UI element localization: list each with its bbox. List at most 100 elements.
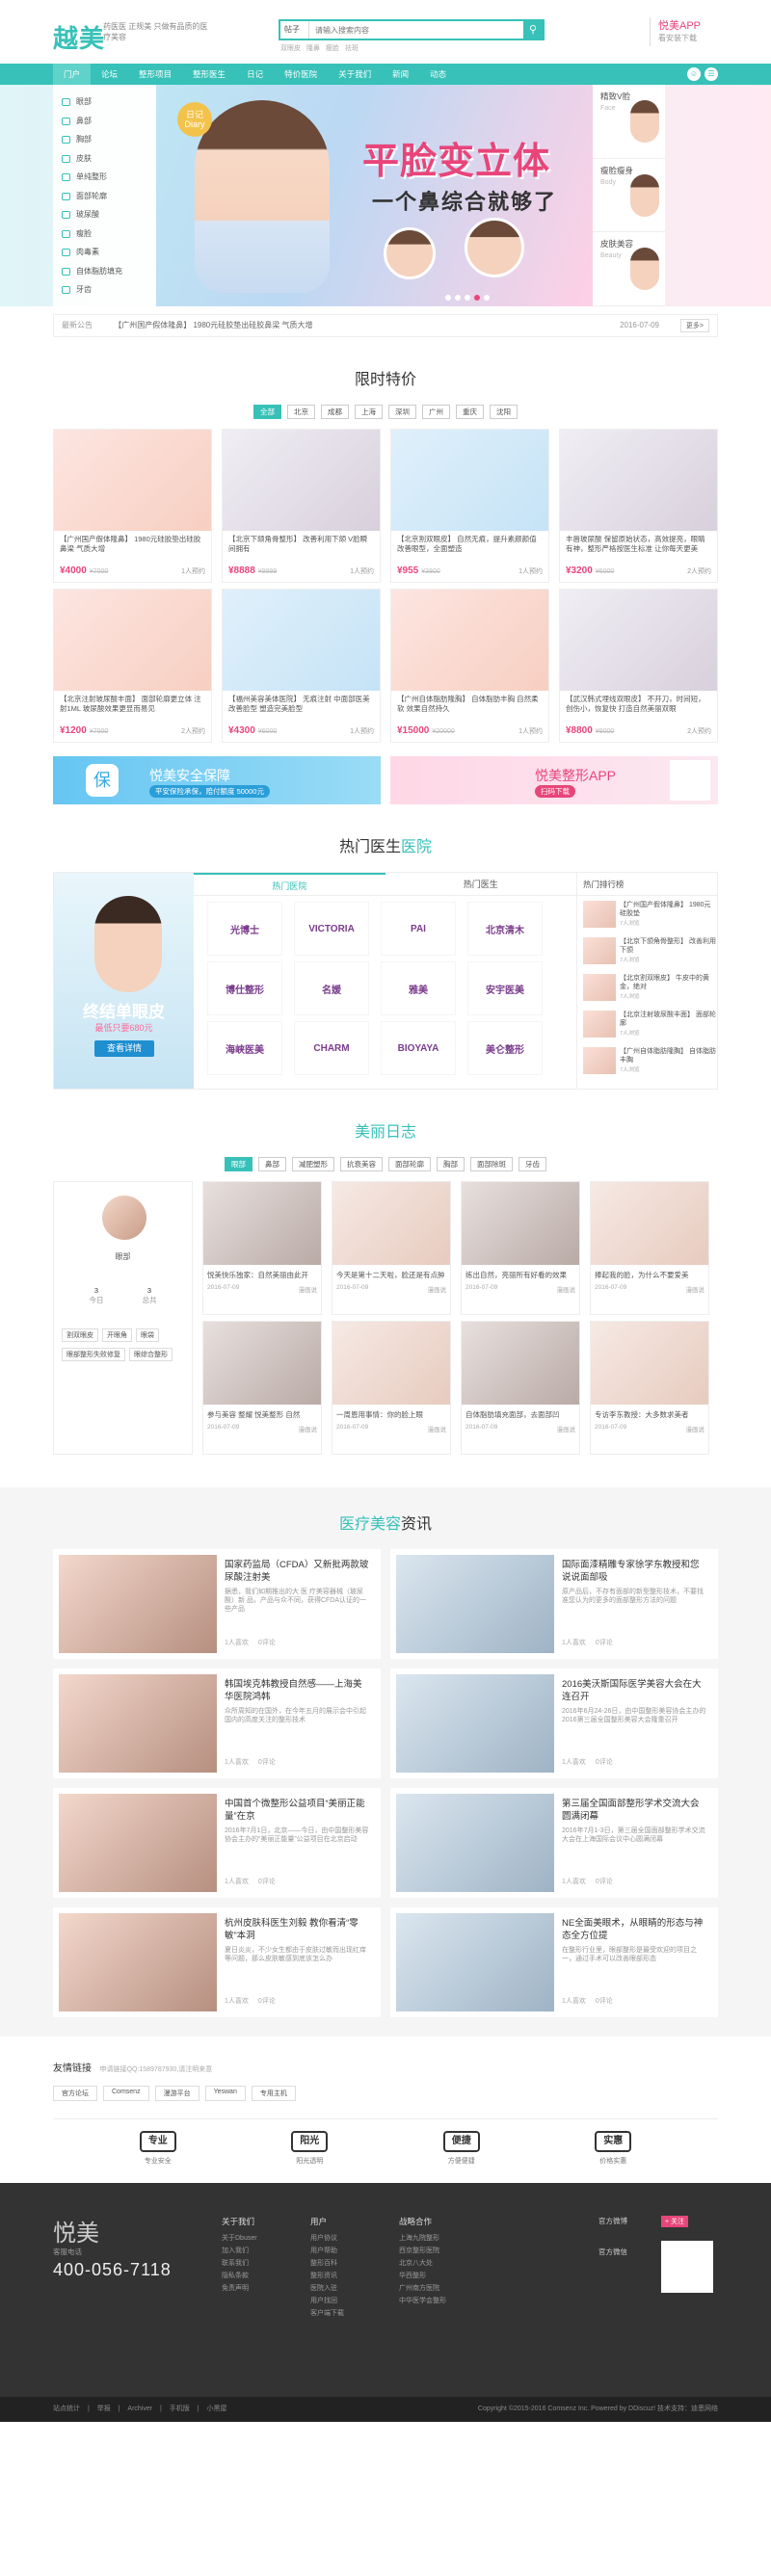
ranking-item[interactable]: 【广州国产假体隆鼻】 1980元硅胶垫 7人浏览	[577, 896, 717, 933]
footer-link[interactable]: 用户帮助	[310, 2245, 344, 2257]
hospital-ad[interactable]: 终结单眼皮 最低只要680元 查看详情	[54, 873, 194, 1089]
nav-item[interactable]: 关于我们	[328, 64, 382, 85]
carousel-dot[interactable]	[474, 295, 480, 301]
sidebar-item[interactable]: 肉毒素	[53, 243, 156, 262]
sidebar-item[interactable]: 面部轮廓	[53, 187, 156, 206]
tag-chip[interactable]: 眼袋	[136, 1328, 159, 1342]
filter-tab[interactable]: 胸部	[437, 1157, 465, 1171]
friend-link[interactable]: Comsenz	[103, 2086, 149, 2101]
hospital-logo[interactable]: CHARM	[294, 1021, 369, 1075]
nav-item[interactable]: 日记	[236, 64, 274, 85]
site-logo[interactable]: 越美	[53, 19, 105, 55]
filter-tab[interactable]: 全部	[253, 405, 281, 419]
filter-tab[interactable]: 广州	[422, 405, 450, 419]
sidebar-item[interactable]: 玻尿酸	[53, 205, 156, 224]
hospital-logo[interactable]: PAI	[381, 902, 456, 956]
offer-card[interactable]: 【福州美容美体医院】 无痕注射 中面部医美 改善脸型 塑造完美脸型 ¥4300 ¥6…	[222, 589, 381, 743]
footer-link[interactable]: 医院入驻	[310, 2282, 344, 2295]
safety-promo-banner[interactable]: 保 悦美安全保障 平安保险承保，赔付额度 50000元	[53, 756, 381, 804]
footer-link[interactable]: 关于Dbuser	[222, 2232, 257, 2245]
tag-chip[interactable]: 眼部整形失败修复	[62, 1348, 125, 1361]
app-download[interactable]: 悦美APP 看安装下载	[650, 17, 718, 46]
filter-tab[interactable]: 眼部	[225, 1157, 253, 1171]
footer-link[interactable]: 用户找回	[310, 2295, 344, 2307]
feature-item[interactable]: 皮肤美容 Beauty	[593, 232, 665, 306]
user-icon[interactable]: ☺	[687, 67, 701, 81]
footer-link[interactable]: 用户协议	[310, 2232, 344, 2245]
nav-item[interactable]: 动态	[419, 64, 457, 85]
sidebar-item[interactable]: 胸部	[53, 130, 156, 149]
friend-link[interactable]: 专用主机	[251, 2086, 296, 2101]
hospital-logo[interactable]: 安宇医美	[467, 961, 543, 1015]
ticker-text[interactable]: 【广州国产假体隆鼻】 1980元硅胶垫出硅胶鼻梁 气质大增	[114, 321, 312, 329]
search-input[interactable]	[311, 21, 510, 39]
search-button[interactable]: ⚲	[523, 21, 543, 39]
offer-card[interactable]: 丰唇玻尿酸 保留原始状态，高效提亮，眼睛有神，整形严格按医生标准 让你每天更美 ¥…	[559, 429, 718, 583]
filter-tab[interactable]: 面部除斑	[470, 1157, 513, 1171]
wechat-link[interactable]: 官方微信	[598, 2247, 627, 2257]
sidebar-item[interactable]: 单纯整形	[53, 168, 156, 187]
diary-card[interactable]: 专访李东教授：大多数求美者 2016-07-09 漫画说	[590, 1321, 709, 1455]
tag-chip[interactable]: 眼综合整形	[129, 1348, 173, 1361]
footer-link[interactable]: 免责声明	[222, 2282, 257, 2295]
filter-tab[interactable]: 鼻部	[258, 1157, 286, 1171]
filter-tab[interactable]: 牙齿	[518, 1157, 546, 1171]
hospital-logo[interactable]: 博仕整形	[207, 961, 282, 1015]
article-card[interactable]: 杭州皮肤科医生刘毅 教你看清“零敏”本洞 夏日炎炎，不少女生都由于皮肤过敏而出现红…	[53, 1907, 381, 2017]
footer-link[interactable]: 西京整形医院	[399, 2245, 446, 2257]
diary-card[interactable]: 悦美快乐独家：自然美丽由此开 2016-07-09 漫画说	[202, 1181, 322, 1315]
tab-hot-hospitals[interactable]: 热门医院	[194, 873, 386, 895]
hospital-logo[interactable]: 名媛	[294, 961, 369, 1015]
article-card[interactable]: 国际面漆精雕专家徐学东教授和您说说面部吸 原产品后，不存有面部的新型整形技术，不要…	[390, 1549, 718, 1659]
filter-tab[interactable]: 深圳	[388, 405, 416, 419]
app-promo-banner[interactable]: 悦美整形APP 扫码下载	[390, 756, 718, 804]
footer-link[interactable]: 整形资讯	[310, 2270, 344, 2282]
hospital-logo[interactable]: 美仑整形	[467, 1021, 543, 1075]
filter-tab[interactable]: 沈阳	[490, 405, 518, 419]
friend-link[interactable]: Yeswan	[204, 2086, 246, 2101]
footer-link[interactable]: 广州南方医院	[399, 2282, 446, 2295]
footer-link[interactable]: 加入我们	[222, 2245, 257, 2257]
friend-link[interactable]: 官方论坛	[53, 2086, 97, 2101]
sidebar-item[interactable]: 瘦脸	[53, 224, 156, 244]
footer-link[interactable]: 联系我们	[222, 2257, 257, 2270]
article-card[interactable]: 第三届全国面部整形学术交流大会圆满闭幕 2016年7月1-3日，第三届全国面部整形…	[390, 1788, 718, 1898]
hospital-logo[interactable]: VICTORIA	[294, 902, 369, 956]
diary-card[interactable]: 捧起我的脸，为什么不要爱美 2016-07-09 漫画说	[590, 1181, 709, 1315]
search-type-select[interactable]: 帖子	[280, 21, 309, 39]
carousel-dot[interactable]	[455, 295, 461, 301]
article-card[interactable]: 2016美沃斯国际医学美容大会在大连召开 2016年6月24-26日，由中国整形美…	[390, 1669, 718, 1778]
hospital-logo[interactable]: 光博士	[207, 902, 282, 956]
article-card[interactable]: 韩国埃克韩教授自然感——上海美华医院鸿韩 众所周知的在国外，在今年五月的展示会中引…	[53, 1669, 381, 1778]
offer-card[interactable]: 【北京注射玻尿酸丰面】 面部轮廓更立体 注射1ML 玻尿酸效果更显而易见 ¥120…	[53, 589, 212, 743]
diary-card[interactable]: 一周恩用事情：你的脸上眼 2016-07-09 漫画说	[332, 1321, 451, 1455]
nav-item[interactable]: 整形医生	[182, 64, 236, 85]
filter-tab[interactable]: 重庆	[456, 405, 484, 419]
sidebar-item[interactable]: 自体脂肪填充	[53, 262, 156, 281]
sidebar-item[interactable]: 鼻部	[53, 112, 156, 131]
feature-item[interactable]: 瘦脸瘦身 Body	[593, 159, 665, 233]
filter-tab[interactable]: 上海	[355, 405, 383, 419]
tab-hot-doctors[interactable]: 热门医生	[386, 873, 577, 895]
offer-card[interactable]: 【广州国产假体隆鼻】 1980元硅胶垫出硅胶鼻梁 气质大增 ¥4000 ¥7000 1…	[53, 429, 212, 583]
carousel-dot[interactable]	[484, 295, 490, 301]
footer-link[interactable]: 北京八大处	[399, 2257, 446, 2270]
filter-tab[interactable]: 减肥塑形	[292, 1157, 334, 1171]
article-card[interactable]: NE全面美眼术，从眼睛的形态与神态全方位提 在整形行业里，眼部整形是最受欢迎的项目…	[390, 1907, 718, 2017]
friend-link[interactable]: 漫游平台	[154, 2086, 199, 2101]
nav-item[interactable]: 新闻	[382, 64, 419, 85]
diary-card[interactable]: 参与美容 整耀 悦美整形 自然 2016-07-09 漫画说	[202, 1321, 322, 1455]
nav-item[interactable]: 论坛	[91, 64, 128, 85]
nav-item[interactable]: 门户	[53, 64, 92, 85]
footer-link[interactable]: 中华医学会整形	[399, 2295, 446, 2307]
tag-chip[interactable]: 开眼角	[102, 1328, 132, 1342]
tag-chip[interactable]: 割双眼皮	[62, 1328, 98, 1342]
diary-card[interactable]: 自体脂肪填充面部，去面部凹 2016-07-09 漫画说	[461, 1321, 580, 1455]
sidebar-item[interactable]: 皮肤	[53, 149, 156, 169]
footer-link[interactable]: 客户端下载	[310, 2307, 344, 2320]
nav-item[interactable]: 整形项目	[128, 64, 182, 85]
weibo-link[interactable]: 官方微博	[598, 2216, 627, 2226]
diary-card[interactable]: 今天是第十二天啦，脸还是有点肿 2016-07-09 漫画说	[332, 1181, 451, 1315]
diary-card[interactable]: 练出自然，亮丽所有好看的效果 2016-07-09 漫画说	[461, 1181, 580, 1315]
hospital-logo[interactable]: BIOYAYA	[381, 1021, 456, 1075]
